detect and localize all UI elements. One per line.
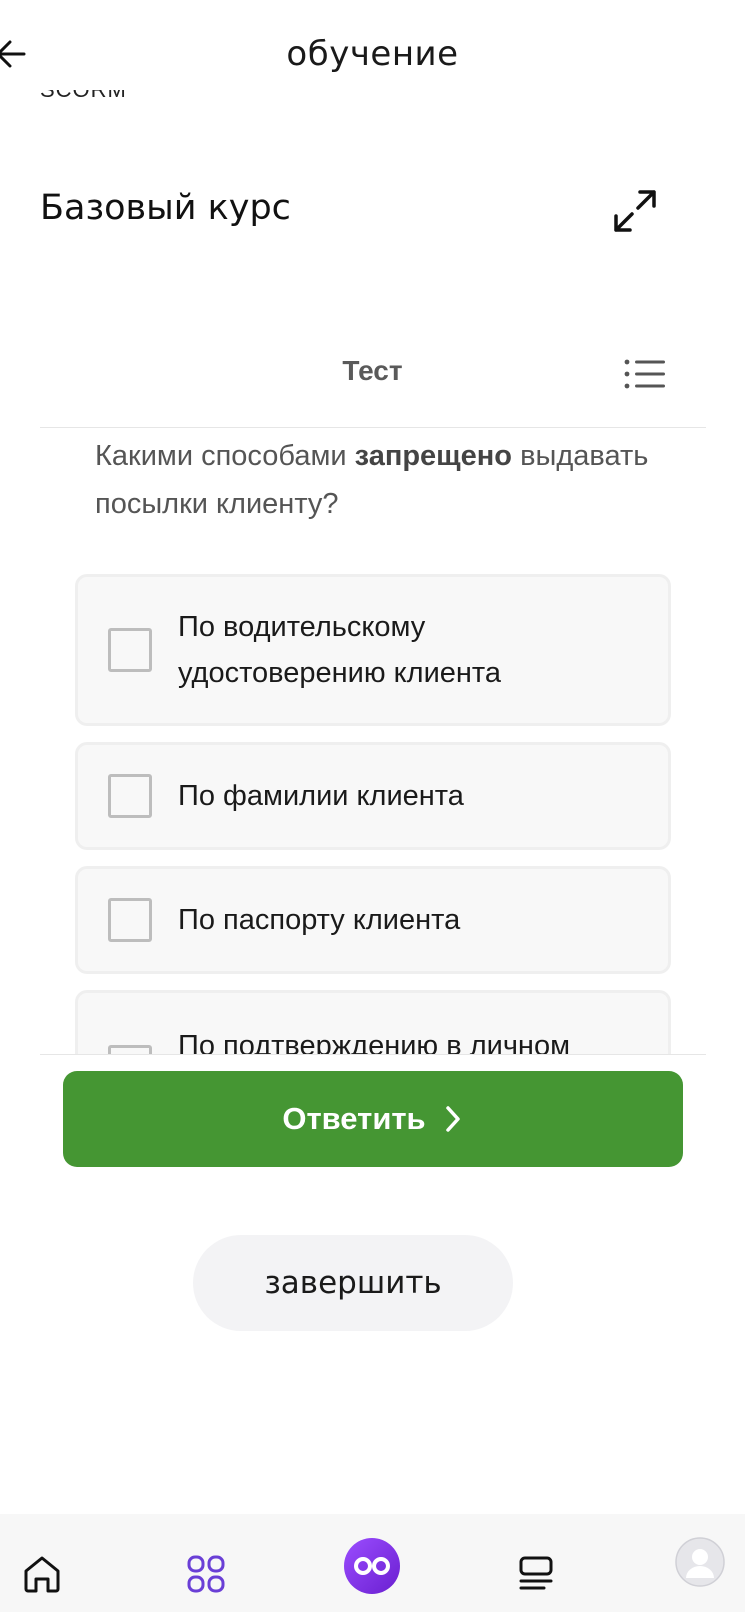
finish-button[interactable]: завершить	[193, 1235, 513, 1331]
answer-checkbox[interactable]	[108, 898, 152, 942]
answer-checkbox[interactable]	[108, 628, 152, 672]
answers-list: По водительскому удостоверению клиента П…	[75, 574, 671, 1054]
expand-icon	[614, 190, 656, 232]
questions-list-button[interactable]	[624, 358, 666, 390]
question-text-part: Какими способами	[95, 440, 355, 472]
submit-label: Ответить	[282, 1101, 426, 1136]
page-title: обучение	[286, 34, 459, 74]
chevron-right-icon	[445, 1106, 460, 1132]
answer-checkbox[interactable]	[108, 1045, 152, 1054]
courses-icon	[519, 1556, 553, 1590]
answer-label: По паспорту клиента	[178, 904, 461, 936]
nav-catalog[interactable]	[176, 1544, 236, 1604]
course-title: Базовый курс	[40, 188, 291, 228]
answer-checkbox[interactable]	[108, 774, 152, 818]
home-icon	[24, 1556, 60, 1593]
submit-answer-button[interactable]: Ответить	[63, 1071, 683, 1167]
nav-courses[interactable]	[506, 1544, 566, 1604]
answer-option[interactable]: По подтверждению в личном	[75, 990, 671, 1054]
answer-label: По водительскому удостоверению клиента	[178, 611, 502, 689]
bottom-nav	[0, 1514, 745, 1612]
nav-assistant[interactable]	[340, 1534, 404, 1598]
answer-option[interactable]: По фамилии клиента	[75, 742, 671, 850]
infinity-icon	[344, 1538, 400, 1594]
question-text: Какими способами запрещено выдавать посы…	[95, 432, 655, 528]
divider	[40, 1054, 706, 1055]
expand-button[interactable]	[612, 188, 658, 234]
apps-grid-icon	[187, 1555, 225, 1593]
answer-label: По фамилии клиента	[178, 780, 464, 812]
list-icon	[624, 359, 665, 389]
answer-option[interactable]: По водительскому удостоверению клиента	[75, 574, 671, 726]
answer-option[interactable]: По паспорту клиента	[75, 866, 671, 974]
nav-home[interactable]	[12, 1544, 72, 1604]
answer-label: По подтверждению в личном	[178, 1030, 571, 1054]
nav-profile[interactable]	[672, 1534, 728, 1590]
app-header: обучение SCORM	[0, 0, 745, 110]
divider	[40, 427, 706, 428]
profile-avatar	[675, 1537, 725, 1587]
question-emphasis: запрещено	[354, 440, 513, 472]
scorm-label: SCORM	[40, 90, 127, 110]
